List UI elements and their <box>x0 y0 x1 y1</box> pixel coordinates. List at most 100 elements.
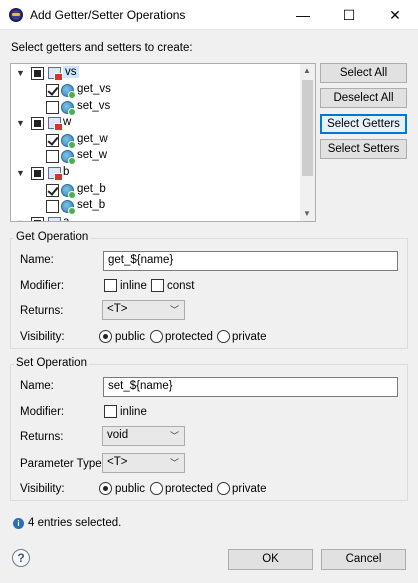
tree-label-set-vs: set_vs <box>77 100 111 112</box>
method-icon <box>61 150 76 165</box>
tree-node-set-w[interactable]: set_w <box>11 148 301 165</box>
scroll-up-icon[interactable]: ▲ <box>303 66 311 75</box>
set-inline-checkbox[interactable] <box>104 405 117 418</box>
collapse-icon[interactable]: ▼ <box>16 118 25 128</box>
set-operation-title: Set Operation <box>14 357 89 369</box>
chevron-down-icon: ﹀ <box>169 458 179 468</box>
get-public-label: public <box>115 331 146 343</box>
tree-node-get-w[interactable]: get_w <box>11 132 301 149</box>
set-returns-label: Returns: <box>20 431 64 443</box>
tree-node-get-vs[interactable]: get_vs <box>11 82 301 99</box>
method-icon <box>61 101 76 116</box>
tree-checkbox-set-b[interactable] <box>46 200 59 213</box>
set-protected-radio[interactable] <box>150 482 163 495</box>
tree-label-w: w <box>63 116 72 128</box>
tree-checkbox-a[interactable] <box>31 217 44 221</box>
field-icon <box>48 67 63 81</box>
window-title: Add Getter/Setter Operations <box>30 8 186 22</box>
chevron-down-icon: ﹀ <box>169 431 179 441</box>
set-public-label: public <box>115 483 146 495</box>
info-icon: i <box>13 518 24 529</box>
tree-label-get-b: get_b <box>77 183 106 195</box>
get-visibility-label: Visibility: <box>20 331 65 343</box>
tree-node-get-b[interactable]: get_b <box>11 182 301 199</box>
set-visibility-label: Visibility: <box>20 483 65 495</box>
tree-node-set-vs[interactable]: set_vs <box>11 99 301 116</box>
tree-node-w[interactable]: ▼ w <box>11 115 301 132</box>
deselect-all-button[interactable]: Deselect All <box>320 88 407 108</box>
set-name-label: Name: <box>20 380 54 392</box>
get-returns-value: <T> <box>107 303 128 315</box>
chevron-down-icon: ﹀ <box>169 305 179 315</box>
getter-setter-tree[interactable]: ▼ vs get_vs set_vs ▼ w get_w set_w ▼ b g… <box>10 63 316 222</box>
method-icon <box>61 84 76 99</box>
set-param-type-select[interactable]: <T> ﹀ <box>102 453 185 473</box>
tree-checkbox-set-vs[interactable] <box>46 101 59 114</box>
set-name-input[interactable]: set_${name} <box>103 377 398 397</box>
eclipse-app-icon <box>9 8 23 22</box>
tree-node-vs[interactable]: ▼ vs <box>11 65 301 82</box>
set-public-radio[interactable] <box>99 482 112 495</box>
tree-label-set-b: set_b <box>77 199 106 211</box>
field-icon <box>48 117 63 131</box>
get-modifier-label: Modifier: <box>20 280 65 292</box>
set-private-label: private <box>232 483 267 495</box>
tree-checkbox-w[interactable] <box>31 117 44 130</box>
tree-checkbox-get-w[interactable] <box>46 134 59 147</box>
maximize-button[interactable]: ☐ <box>326 0 372 30</box>
prompt-label: Select getters and setters to create: <box>11 42 193 54</box>
set-modifier-label: Modifier: <box>20 406 65 418</box>
method-icon <box>61 200 76 215</box>
get-protected-radio[interactable] <box>150 330 163 343</box>
set-protected-label: protected <box>165 483 213 495</box>
scrollbar-thumb[interactable] <box>302 80 313 176</box>
tree-checkbox-vs[interactable] <box>31 67 44 80</box>
tree-label-set-w: set_w <box>77 149 108 161</box>
field-icon <box>48 217 61 221</box>
tree-node-b[interactable]: ▼ b <box>11 165 301 182</box>
get-inline-checkbox[interactable] <box>104 279 117 292</box>
set-param-type-value: <T> <box>107 456 128 468</box>
get-name-label: Name: <box>20 254 54 266</box>
get-operation-title: Get Operation <box>14 231 91 243</box>
collapse-icon[interactable]: ▼ <box>16 168 25 178</box>
tree-checkbox-set-w[interactable] <box>46 150 59 163</box>
minimize-button[interactable]: — <box>280 0 326 30</box>
tree-label-b: b <box>63 166 70 178</box>
cancel-button[interactable]: Cancel <box>321 549 406 570</box>
close-button[interactable]: ✕ <box>372 0 418 30</box>
collapse-icon[interactable]: ▼ <box>16 218 25 221</box>
field-icon <box>48 167 63 181</box>
scroll-down-icon[interactable]: ▼ <box>303 209 311 218</box>
tree-scrollbar[interactable]: ▲ ▼ <box>300 64 315 221</box>
get-public-radio[interactable] <box>99 330 112 343</box>
tree-checkbox-get-vs[interactable] <box>46 84 59 97</box>
get-const-checkbox[interactable] <box>151 279 164 292</box>
tree-label-get-vs: get_vs <box>77 83 111 95</box>
get-const-label: const <box>167 280 195 292</box>
get-name-input[interactable]: get_${name} <box>103 251 398 271</box>
method-icon <box>61 134 76 149</box>
help-icon[interactable]: ? <box>12 549 30 567</box>
method-icon <box>61 184 76 199</box>
get-inline-label: inline <box>120 280 147 292</box>
status-text: 4 entries selected. <box>28 517 122 529</box>
get-protected-label: protected <box>165 331 213 343</box>
get-private-radio[interactable] <box>217 330 230 343</box>
select-getters-button[interactable]: Select Getters <box>320 114 407 134</box>
collapse-icon[interactable]: ▼ <box>16 68 25 78</box>
get-returns-select[interactable]: <T> ﹀ <box>102 300 185 320</box>
tree-node-set-b[interactable]: set_b <box>11 198 301 215</box>
set-returns-select[interactable]: void ﹀ <box>102 426 185 446</box>
tree-label-a: a <box>63 216 70 222</box>
select-setters-button[interactable]: Select Setters <box>320 139 407 159</box>
set-param-type-label: Parameter Type: <box>20 458 105 470</box>
get-private-label: private <box>232 331 267 343</box>
select-all-button[interactable]: Select All <box>320 63 407 83</box>
set-private-radio[interactable] <box>217 482 230 495</box>
tree-node-a[interactable]: ▼ a <box>11 215 301 222</box>
tree-checkbox-get-b[interactable] <box>46 184 59 197</box>
ok-button[interactable]: OK <box>228 549 313 570</box>
tree-checkbox-b[interactable] <box>31 167 44 180</box>
set-inline-label: inline <box>120 406 147 418</box>
